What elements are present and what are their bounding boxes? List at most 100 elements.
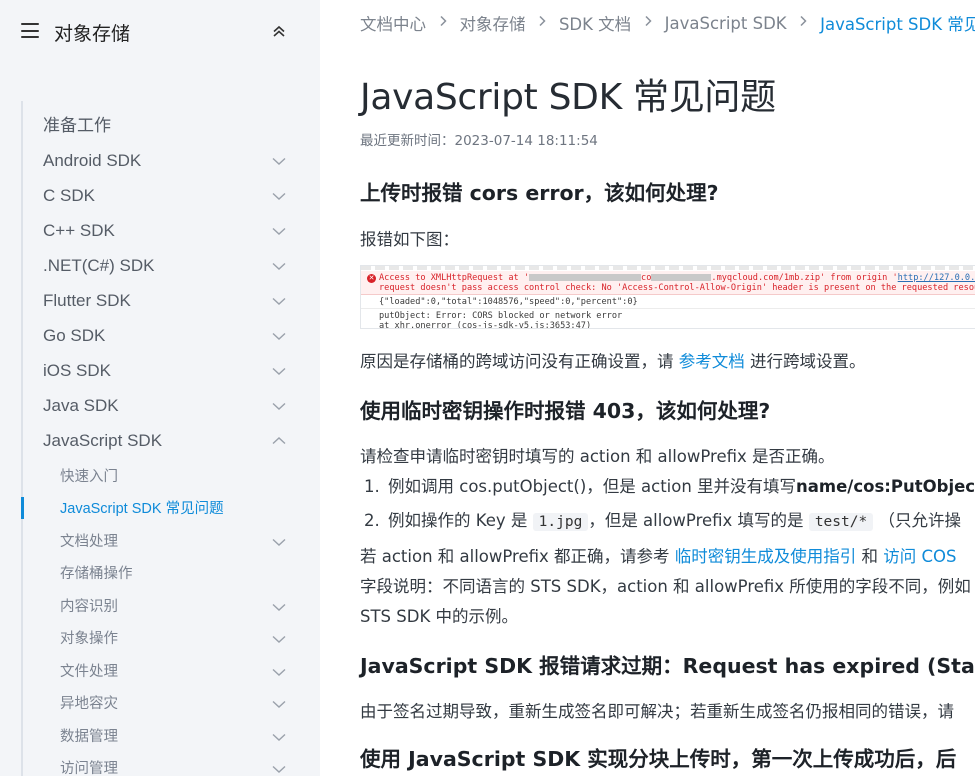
paragraph: 字段说明：不同语言的 STS SDK，action 和 allowPrefix … (360, 577, 971, 596)
sidebar-item-label: 内容识别 (60, 599, 118, 615)
sidebar-subitem-content-recognition[interactable]: 内容识别 (23, 592, 320, 622)
sidebar-item-go-sdk[interactable]: Go SDK (23, 321, 320, 351)
chevron-right-icon (800, 16, 807, 27)
sidebar-item-cpp-sdk[interactable]: C++ SDK (23, 216, 320, 246)
inline-code: 1.jpg (532, 513, 589, 531)
sidebar-item-label: Java SDK (43, 396, 119, 415)
screenshot-top-strip (361, 266, 975, 270)
section-heading-multipart: 使用 JavaScript SDK 实现分块上传时，第一次上传成功后，后 (360, 747, 957, 771)
breadcrumb-item[interactable]: 对象存储 (459, 11, 525, 35)
list-item: 1. 例如调用 cos.putObject()，但是 action 里并没有填写n… (364, 473, 975, 497)
text: 例如调用 cos.putObject()，但是 action 里并没有填写 (388, 477, 797, 496)
chevron-down-icon (272, 192, 286, 200)
sidebar-subitem-doc-processing[interactable]: 文档处理 (23, 527, 320, 557)
chevron-down-icon (272, 402, 286, 410)
sidebar-item-label: .NET(C#) SDK (43, 256, 155, 275)
screenshot-text: Access to XMLHttpRequest at ' (379, 273, 530, 283)
text: ，但是 allowPrefix 填写的是 (588, 511, 809, 530)
main-content: 文档中心 对象存储 SDK 文档 JavaScript SDK JavaScri… (320, 0, 975, 776)
chevron-down-icon (272, 157, 286, 165)
sidebar-item-label: iOS SDK (43, 361, 112, 380)
screenshot-line: request doesn't pass access control chec… (379, 283, 975, 293)
sidebar-item-label: 访问管理 (60, 761, 118, 776)
sidebar-item-dotnet-sdk[interactable]: .NET(C#) SDK (23, 251, 320, 281)
paragraph: 请检查申请临时密钥时填写的 action 和 allowPrefix 是否正确。 (360, 447, 835, 466)
text: 例如操作的 Key 是 (388, 511, 533, 530)
screenshot-text: co (641, 273, 652, 283)
chevron-down-icon (272, 262, 286, 270)
menu-icon[interactable] (21, 23, 39, 39)
sidebar-item-label: Android SDK (43, 151, 142, 170)
double-chevron-up-icon[interactable] (270, 22, 288, 40)
sidebar-item-label: C SDK (43, 186, 95, 205)
chevron-down-icon (272, 635, 286, 643)
screenshot-text: .myqcloud.com/1mb.zip' from origin ' (711, 273, 898, 283)
screenshot-text: http://127.0.0. (897, 273, 975, 283)
sidebar-item-label: JavaScript SDK 常见问题 (60, 501, 224, 517)
text: 进行跨域设置。 (744, 352, 866, 371)
sidebar-item-label: 数据管理 (60, 729, 118, 745)
sidebar-subitem-data-management[interactable]: 数据管理 (23, 722, 320, 752)
sts-guide-link[interactable]: 临时密钥生成及使用指引 (675, 547, 857, 566)
sidebar-item-prep[interactable]: 准备工作 (23, 111, 320, 141)
access-cos-link[interactable]: 访问 COS (883, 547, 956, 566)
text: （只允许操 (873, 511, 961, 530)
list-number: 2. (364, 511, 380, 530)
sidebar-subitem-bucket-ops[interactable]: 存储桶操作 (23, 559, 320, 589)
sidebar-subitem-object-ops[interactable]: 对象操作 (23, 624, 320, 654)
reference-doc-link[interactable]: 参考文档 (679, 352, 745, 371)
sidebar-item-java-sdk[interactable]: Java SDK (23, 391, 320, 421)
sidebar: 对象存储 准备工作 Android SDK C SDK C++ SDK .NET… (0, 0, 320, 776)
section-heading-cors: 上传时报错 cors error，该如何处理? (360, 181, 719, 205)
sidebar-subitem-file-processing[interactable]: 文件处理 (23, 657, 320, 687)
sidebar-item-android-sdk[interactable]: Android SDK (23, 146, 320, 176)
error-icon: ✕ (367, 274, 376, 283)
chevron-down-icon (272, 765, 286, 773)
error-screenshot: ✕ Access to XMLHttpRequest at ' co .myqclo… (360, 265, 975, 329)
sidebar-item-label: Flutter SDK (43, 291, 131, 310)
chevron-down-icon (272, 332, 286, 340)
sidebar-subitem-faq[interactable]: JavaScript SDK 常见问题 (21, 494, 320, 524)
paragraph: 原因是存储桶的跨域访问没有正确设置，请 参考文档 进行跨域设置。 (360, 348, 866, 372)
chevron-up-icon (272, 437, 286, 445)
sidebar-item-label: Go SDK (43, 326, 106, 345)
bold-text: name/cos:PutObject (796, 477, 975, 496)
inline-code: test/* (808, 513, 874, 531)
screenshot-line: Access to XMLHttpRequest at ' co .myqcloud… (379, 273, 975, 283)
sidebar-subitem-disaster-recovery[interactable]: 异地容灾 (23, 689, 320, 719)
breadcrumb-current: JavaScript SDK 常见问题 (820, 15, 975, 34)
sidebar-subitem-quickstart[interactable]: 快速入门 (23, 462, 320, 492)
sidebar-item-ios-sdk[interactable]: iOS SDK (23, 356, 320, 386)
section-heading-403: 使用临时密钥操作时报错 403，该如何处理? (360, 399, 771, 423)
sidebar-item-flutter-sdk[interactable]: Flutter SDK (23, 286, 320, 316)
section-heading-expired: JavaScript SDK 报错请求过期：Request has expire… (360, 654, 975, 678)
sidebar-item-label: 快速入门 (60, 469, 118, 485)
paragraph: 报错如下图： (360, 230, 459, 249)
screenshot-line: at xhr.onerror (cos-js-sdk-v5.js:3653:47… (379, 321, 592, 329)
doc-tree: 准备工作 Android SDK C SDK C++ SDK .NET(C#) … (21, 101, 320, 776)
page-title: JavaScript SDK 常见问题 (360, 77, 776, 118)
sidebar-item-c-sdk[interactable]: C SDK (23, 181, 320, 211)
chevron-right-icon (440, 16, 447, 27)
chevron-down-icon (272, 700, 286, 708)
sidebar-item-javascript-sdk[interactable]: JavaScript SDK (23, 426, 320, 456)
paragraph: STS SDK 中的示例。 (360, 607, 519, 626)
chevron-down-icon (272, 668, 286, 676)
paragraph: 若 action 和 allowPrefix 都正确，请参考 临时密钥生成及使用… (360, 543, 957, 567)
screenshot-line: {"loaded":0,"total":1048576,"speed":0,"p… (379, 297, 638, 307)
text: 原因是存储桶的跨域访问没有正确设置，请 (360, 352, 679, 371)
chevron-down-icon (272, 367, 286, 375)
chevron-down-icon (272, 603, 286, 611)
redaction (651, 274, 712, 281)
breadcrumb-item[interactable]: JavaScript SDK (665, 14, 787, 33)
chevron-down-icon (272, 297, 286, 305)
sidebar-title: 对象存储 (54, 23, 131, 45)
breadcrumb: 文档中心 对象存储 SDK 文档 JavaScript SDK JavaScri… (360, 11, 975, 35)
breadcrumb-item[interactable]: 文档中心 (360, 11, 426, 35)
sidebar-item-label: JavaScript SDK (43, 431, 163, 450)
chevron-right-icon (539, 16, 546, 27)
sidebar-subitem-access-management[interactable]: 访问管理 (23, 754, 320, 776)
chevron-down-icon (272, 538, 286, 546)
sidebar-item-label: 对象操作 (60, 631, 118, 647)
breadcrumb-item[interactable]: SDK 文档 (559, 11, 631, 35)
